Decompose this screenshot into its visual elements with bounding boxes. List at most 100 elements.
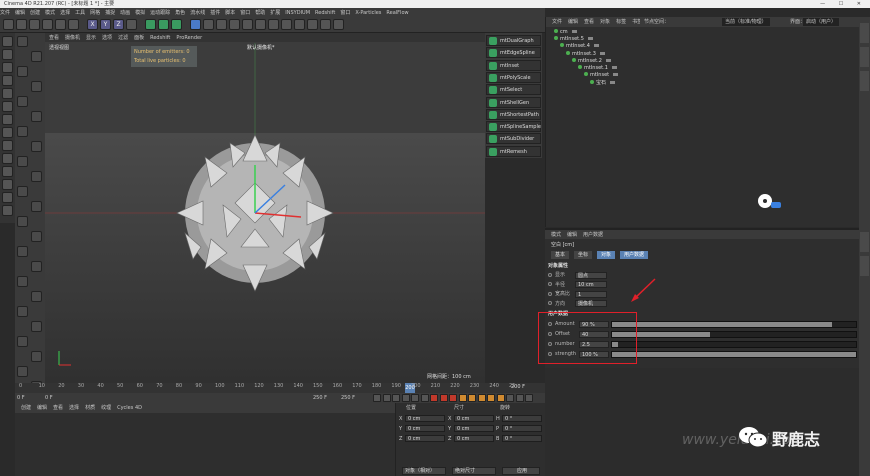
tool-icon[interactable] — [31, 261, 42, 272]
material-menu-item[interactable]: Cycles 4D — [117, 405, 142, 411]
property-radio-icon[interactable] — [548, 291, 552, 296]
visibility-flag-icon[interactable] — [610, 81, 616, 85]
side-tab-4[interactable] — [860, 232, 869, 252]
tool-icon[interactable] — [17, 126, 28, 137]
current-frame-field[interactable]: 0 F — [17, 393, 25, 403]
side-tab-3[interactable] — [860, 71, 869, 91]
menu-item[interactable]: 创建 — [30, 10, 40, 16]
menu-item[interactable]: X-Particles — [355, 10, 381, 16]
object-menu-item[interactable]: 标签 — [616, 19, 626, 25]
material-menu-item[interactable]: 查看 — [53, 405, 63, 411]
array-icon[interactable] — [229, 19, 240, 30]
property-radio-icon[interactable] — [548, 301, 552, 305]
menu-item[interactable]: 编辑 — [15, 10, 25, 16]
user-data-slider[interactable] — [611, 330, 857, 338]
visibility-flag-icon[interactable] — [611, 66, 617, 69]
object-tree-item[interactable]: mtInset.3 — [566, 50, 605, 57]
timeline-settings-icon[interactable] — [525, 394, 533, 402]
property-value-field[interactable]: 10 cm — [575, 281, 607, 288]
menu-item[interactable]: 工具 — [75, 10, 85, 16]
property-radio-icon[interactable] — [548, 272, 552, 277]
tool-icon[interactable] — [17, 246, 28, 257]
user-data-slider[interactable] — [611, 340, 857, 348]
object-menu-item[interactable]: 对象 — [600, 19, 610, 25]
axis-x-icon[interactable]: X — [87, 19, 98, 30]
mode-tool-icon[interactable] — [2, 127, 13, 138]
tool-icon[interactable] — [17, 276, 28, 287]
menu-item[interactable]: 文件 — [0, 10, 10, 16]
tool-icon[interactable] — [31, 51, 42, 62]
move-icon[interactable] — [42, 19, 53, 30]
paint-icon[interactable] — [320, 19, 331, 30]
apply-button[interactable]: 应用 — [502, 467, 540, 475]
rotation-field[interactable]: 0 ° — [502, 415, 542, 422]
position-field[interactable]: 0 cm — [405, 435, 445, 442]
material-menu-item[interactable]: 编辑 — [37, 405, 47, 411]
mode-tool-icon[interactable] — [2, 205, 13, 216]
redo-icon[interactable] — [16, 19, 27, 30]
tab-0[interactable]: 基本 — [551, 251, 570, 259]
menu-item[interactable]: 捕捉 — [105, 10, 115, 16]
tool-icon[interactable] — [17, 156, 28, 167]
material-menu-item[interactable]: 创建 — [21, 405, 31, 411]
tool-icon[interactable] — [17, 216, 28, 227]
position-field[interactable]: 0 cm — [405, 425, 445, 432]
plugin-button-mtShellGen[interactable]: mtShellGen — [486, 96, 541, 108]
object-menu-item[interactable]: 查看 — [584, 19, 594, 25]
object-tree-item[interactable]: mtInset — [584, 72, 619, 78]
render-view-icon[interactable] — [158, 19, 169, 30]
play-back-icon[interactable] — [392, 394, 400, 402]
tool-icon[interactable] — [31, 321, 42, 332]
mode-tool-icon[interactable] — [2, 88, 13, 99]
camera-icon[interactable] — [268, 19, 279, 30]
mode-tool-icon[interactable] — [2, 36, 13, 47]
tool-icon[interactable] — [31, 231, 42, 242]
visibility-flag-icon[interactable] — [613, 73, 619, 77]
menu-item[interactable]: 流水线 — [190, 10, 205, 16]
menu-item[interactable]: 动画 — [120, 10, 130, 16]
menu-item[interactable]: 窗口 — [340, 10, 350, 16]
visibility-flag-icon[interactable] — [593, 44, 599, 48]
menu-item[interactable]: 网格 — [90, 10, 100, 16]
pos-key-icon[interactable] — [468, 394, 476, 402]
texture-icon[interactable] — [307, 19, 318, 30]
scene-icon[interactable] — [333, 19, 344, 30]
mode-tool-icon[interactable] — [2, 179, 13, 190]
object-tree-item[interactable]: mtInset.5 — [554, 36, 593, 42]
viewport-perspective[interactable]: 查看 摄像机 显示 选项 过滤 面板 Redshift ProRender 透视… — [45, 33, 485, 383]
key-icon[interactable] — [449, 394, 457, 402]
user-data-slider[interactable] — [611, 320, 857, 328]
pla-key-icon[interactable] — [506, 394, 514, 402]
visibility-flag-icon[interactable] — [599, 51, 605, 55]
plugin-button-mtEdgeSpline[interactable]: mtEdgeSpline — [486, 47, 541, 59]
end-frame-field[interactable]: 250 F — [313, 393, 327, 403]
object-tree-item[interactable]: mtInset.4 — [560, 43, 599, 49]
size-field[interactable]: 0 cm — [454, 435, 494, 442]
side-tab-2[interactable] — [860, 47, 869, 67]
light-icon[interactable] — [281, 19, 292, 30]
tab-3[interactable]: 用户数据 — [620, 251, 649, 259]
tab-2[interactable]: 对象 — [597, 251, 616, 259]
plugin-button-mtPolyScale[interactable]: mtPolyScale — [486, 71, 541, 83]
mode-tool-icon[interactable] — [2, 101, 13, 112]
side-tab-5[interactable] — [860, 256, 869, 276]
property-radio-icon[interactable] — [548, 282, 552, 286]
mode-tool-icon[interactable] — [2, 140, 13, 151]
start-frame-field[interactable]: 0 F — [45, 393, 53, 403]
attribute-menu-item[interactable]: 用户数据 — [583, 232, 603, 238]
tool-icon[interactable] — [17, 36, 28, 47]
world-icon[interactable] — [126, 19, 137, 30]
floor-icon[interactable] — [255, 19, 266, 30]
plugin-button-mtInset[interactable]: mtInset — [486, 59, 541, 71]
object-tree-item[interactable]: cm — [554, 29, 577, 35]
mode-tool-icon[interactable] — [2, 75, 13, 86]
menu-item[interactable]: 选择 — [60, 10, 70, 16]
cube-icon[interactable] — [190, 19, 201, 30]
rotate-icon[interactable] — [68, 19, 79, 30]
property-value-field[interactable]: 圆点 — [575, 271, 607, 279]
tool-icon[interactable] — [31, 171, 42, 182]
layout-select[interactable]: 当前（标准/物理） — [722, 18, 770, 26]
object-menu-item[interactable]: 编辑 — [568, 19, 578, 25]
menu-item[interactable]: 角色 — [175, 10, 185, 16]
menu-item[interactable]: 扩展 — [270, 10, 280, 16]
